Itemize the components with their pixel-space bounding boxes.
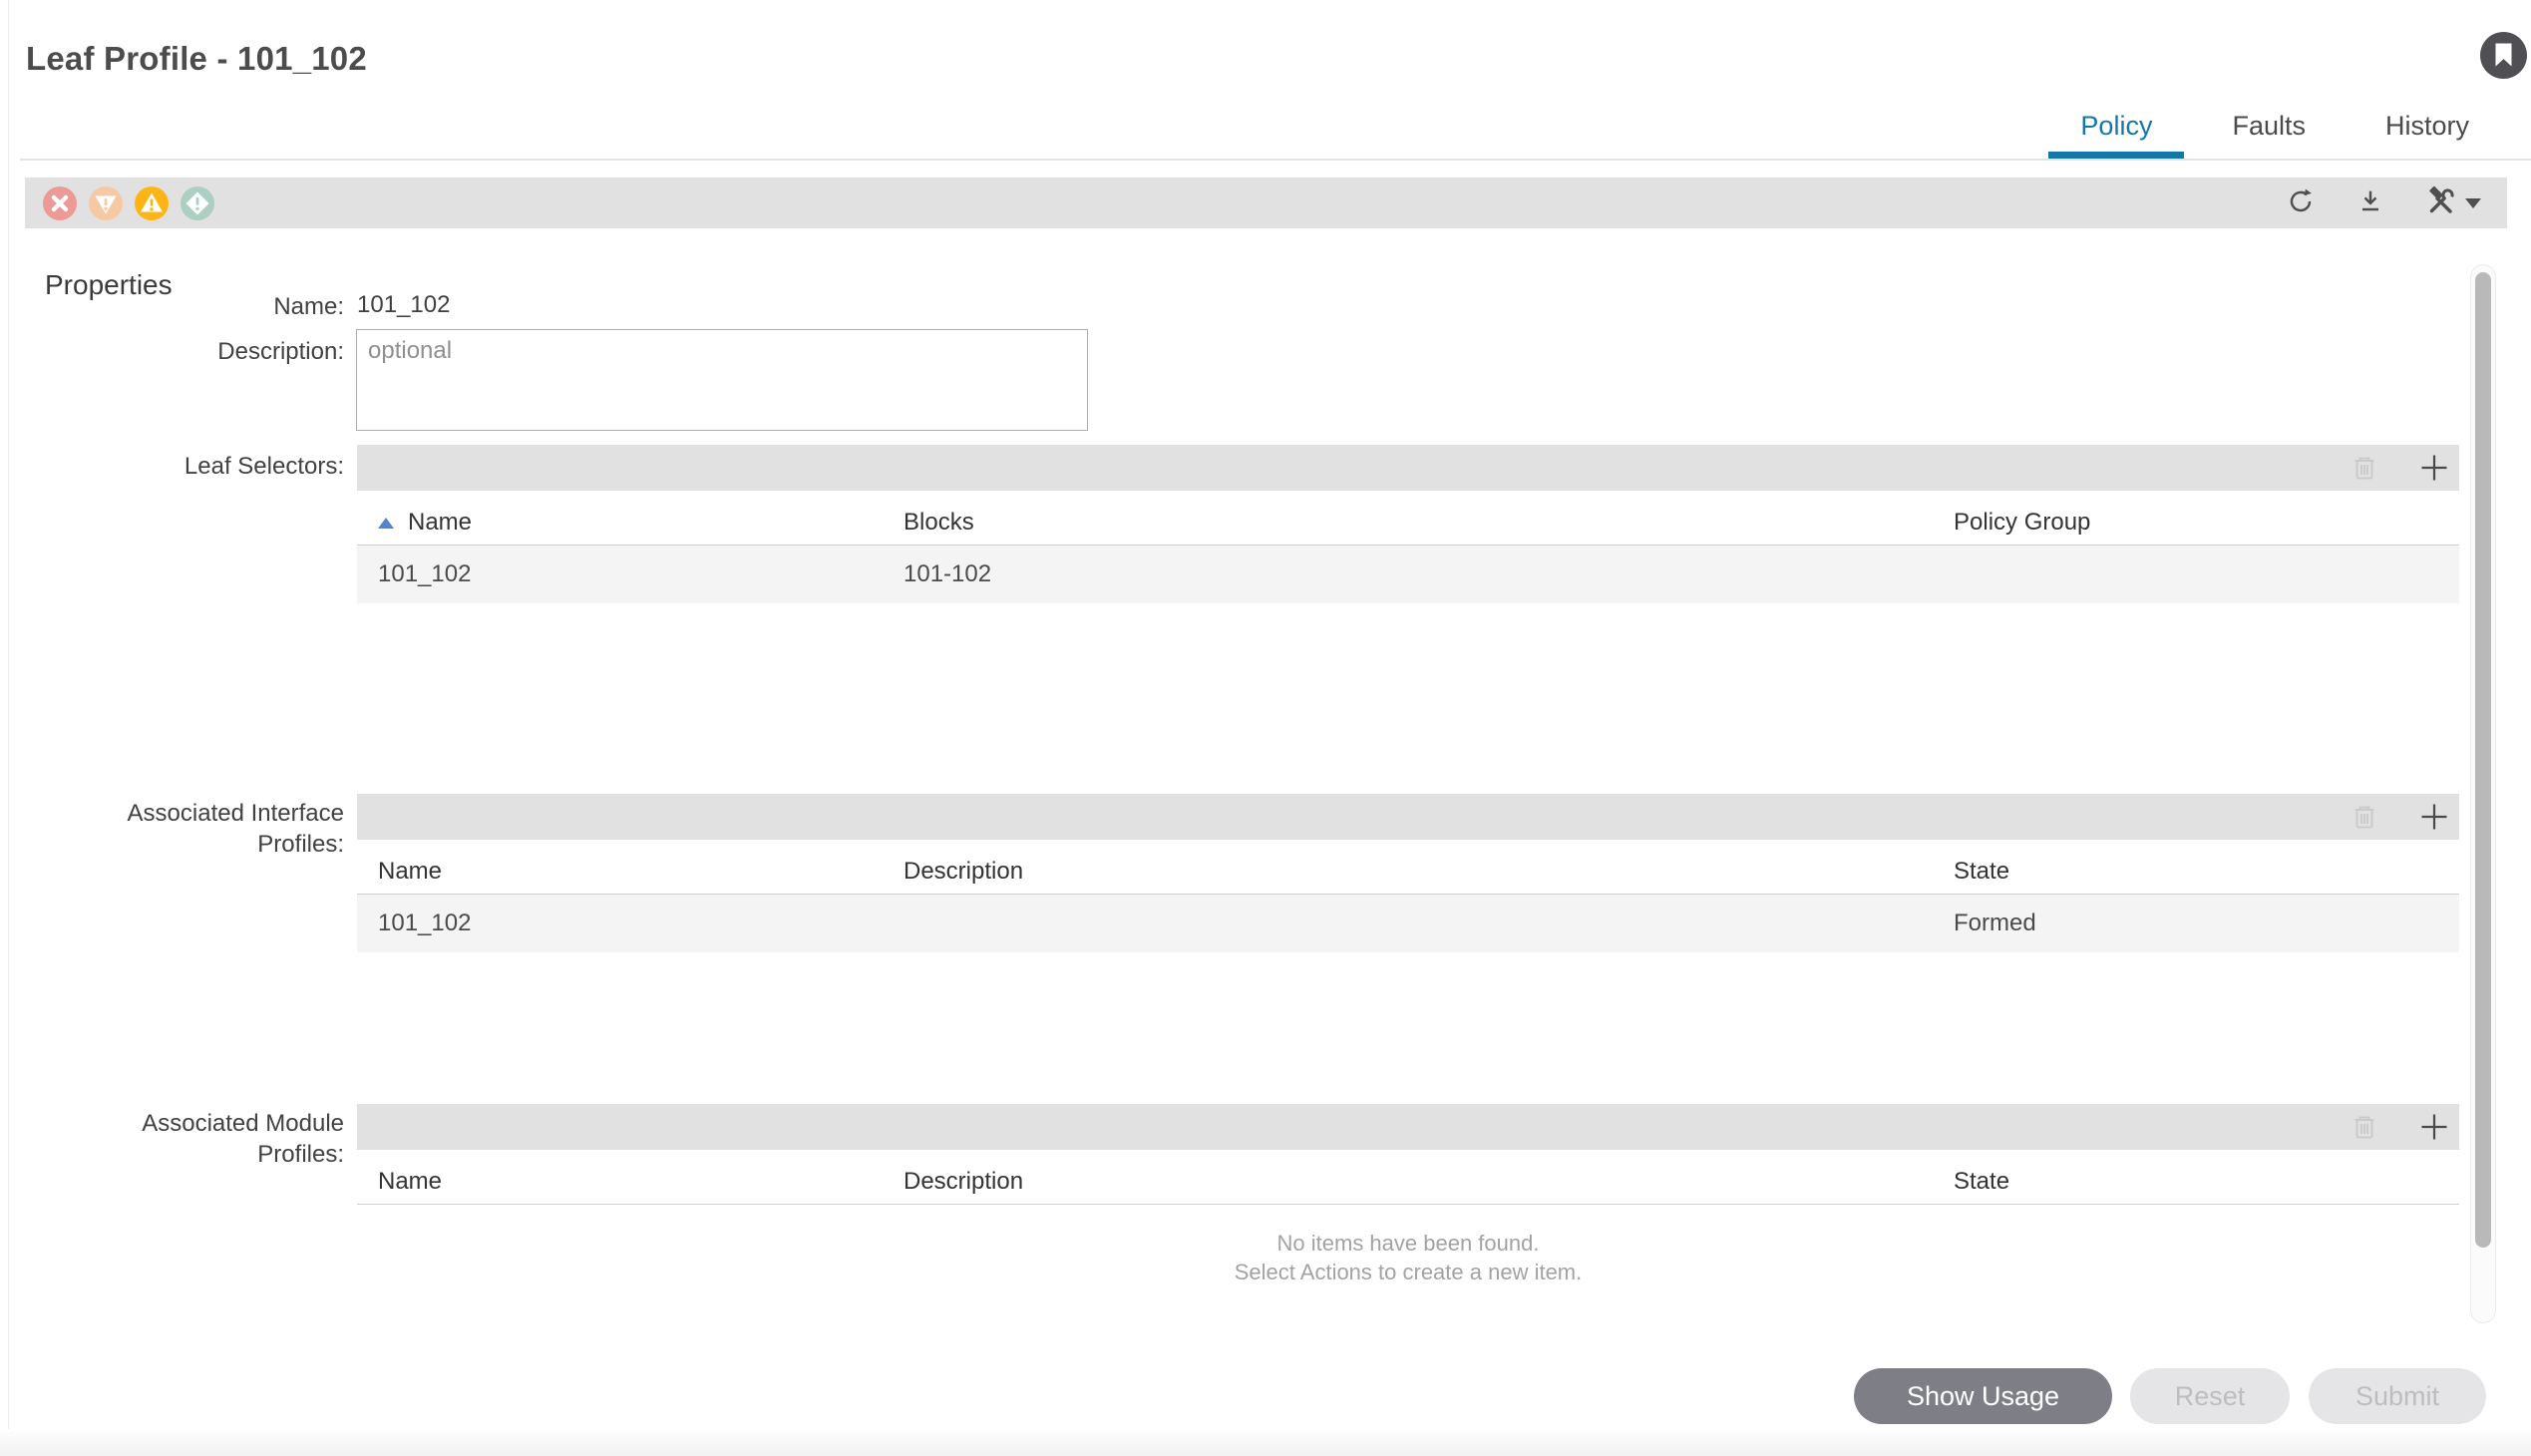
column-header-label: Name (408, 509, 472, 537)
download-button[interactable] (2354, 185, 2386, 220)
description-input[interactable] (356, 329, 1088, 431)
empty-message-line1: No items have been found. (357, 1229, 2459, 1258)
tools-menu-button[interactable] (2424, 184, 2481, 221)
tab-policy[interactable]: Policy (2048, 101, 2184, 153)
bookmark-button[interactable] (2480, 32, 2527, 79)
associated-module-profiles-section: Name Description State No items have bee… (357, 1104, 2459, 1286)
empty-message-line2: Select Actions to create a new item. (357, 1258, 2459, 1286)
column-header-state[interactable]: State (1954, 858, 2459, 886)
delete-module-profile-button[interactable] (2350, 1112, 2379, 1142)
footer-band (0, 1429, 2531, 1456)
plus-icon (2419, 820, 2449, 835)
panel-left-border (8, 0, 9, 1456)
reset-button[interactable]: Reset (2130, 1368, 2290, 1424)
leaf-selectors-toolbar (357, 445, 2459, 491)
trash-icon (2350, 471, 2379, 486)
warning-fault-badge[interactable] (181, 186, 214, 220)
name-value: 101_102 (357, 291, 450, 319)
toolbar (25, 178, 2507, 228)
fault-badge-group (43, 186, 214, 220)
triangle-exclamation-icon (135, 208, 169, 223)
refresh-button[interactable] (2285, 185, 2317, 220)
tab-bar: Policy Faults History (2048, 101, 2501, 153)
column-header-description[interactable]: Description (904, 1168, 1954, 1196)
leaf-profile-panel: Leaf Profile - 101_102 Policy Faults His… (0, 0, 2531, 1456)
empty-table-message: No items have been found. Select Actions… (357, 1229, 2459, 1286)
plus-icon (2419, 1130, 2449, 1145)
submit-button[interactable]: Submit (2309, 1368, 2486, 1424)
associated-module-profiles-label: Associated Module Profiles: (85, 1108, 344, 1170)
associated-interface-profiles-toolbar (357, 794, 2459, 840)
table-header-divider (357, 1204, 2459, 1205)
cell-name: 101_102 (357, 910, 904, 937)
add-module-profile-button[interactable] (2419, 1112, 2449, 1142)
module-profiles-header-row: Name Description State (357, 1164, 2459, 1200)
column-header-description[interactable]: Description (904, 858, 1954, 886)
column-header-name[interactable]: Name (357, 858, 904, 886)
toolbar-actions (2285, 184, 2489, 221)
bookmark-icon (2480, 67, 2527, 82)
refresh-icon (2285, 185, 2317, 220)
circle-x-icon (43, 208, 77, 223)
column-header-name[interactable]: Name (357, 509, 904, 537)
critical-fault-badge[interactable] (43, 186, 77, 220)
download-icon (2354, 185, 2386, 220)
column-header-name[interactable]: Name (357, 1168, 904, 1196)
cell-state: Formed (1954, 910, 2459, 937)
associated-module-profiles-toolbar (357, 1104, 2459, 1150)
description-label: Description: (85, 336, 344, 367)
interface-profile-row[interactable]: 101_102 Formed (357, 895, 2459, 952)
tab-history[interactable]: History (2353, 101, 2501, 153)
vertical-scrollbar-thumb[interactable] (2475, 272, 2491, 1248)
tools-icon (2424, 184, 2458, 221)
caret-down-icon (2465, 198, 2481, 208)
plus-icon (2419, 471, 2449, 486)
add-interface-profile-button[interactable] (2419, 802, 2449, 832)
associated-interface-profiles-section: Name Description State 101_102 Formed (357, 794, 2459, 952)
trash-icon (2350, 820, 2379, 835)
delete-interface-profile-button[interactable] (2350, 802, 2379, 832)
minor-fault-badge[interactable] (135, 186, 169, 220)
column-header-state[interactable]: State (1954, 1168, 2459, 1196)
header-divider (20, 159, 2531, 161)
column-header-blocks[interactable]: Blocks (904, 509, 1954, 537)
trash-icon (2350, 1130, 2379, 1145)
diamond-exclamation-icon (181, 208, 214, 223)
major-fault-badge[interactable] (89, 186, 123, 220)
delete-leaf-selector-button[interactable] (2350, 453, 2379, 483)
tab-faults[interactable]: Faults (2200, 101, 2338, 153)
leaf-selector-row[interactable]: 101_102 101-102 (357, 546, 2459, 603)
inverted-triangle-exclamation-icon (89, 208, 123, 223)
interface-profiles-header-row: Name Description State (357, 854, 2459, 890)
name-label: Name: (85, 291, 344, 322)
column-header-policy-group[interactable]: Policy Group (1954, 509, 2459, 537)
associated-interface-profiles-label: Associated Interface Profiles: (85, 798, 344, 860)
add-leaf-selector-button[interactable] (2419, 453, 2449, 483)
show-usage-button[interactable]: Show Usage (1854, 1368, 2112, 1424)
leaf-selectors-label: Leaf Selectors: (85, 451, 344, 482)
cell-name: 101_102 (357, 560, 904, 588)
leaf-selectors-section: Name Blocks Policy Group 101_102 101-102 (357, 445, 2459, 603)
page-title: Leaf Profile - 101_102 (26, 40, 367, 78)
leaf-selectors-header-row: Name Blocks Policy Group (357, 505, 2459, 541)
cell-blocks: 101-102 (904, 560, 1954, 588)
sort-ascending-icon (378, 518, 394, 529)
